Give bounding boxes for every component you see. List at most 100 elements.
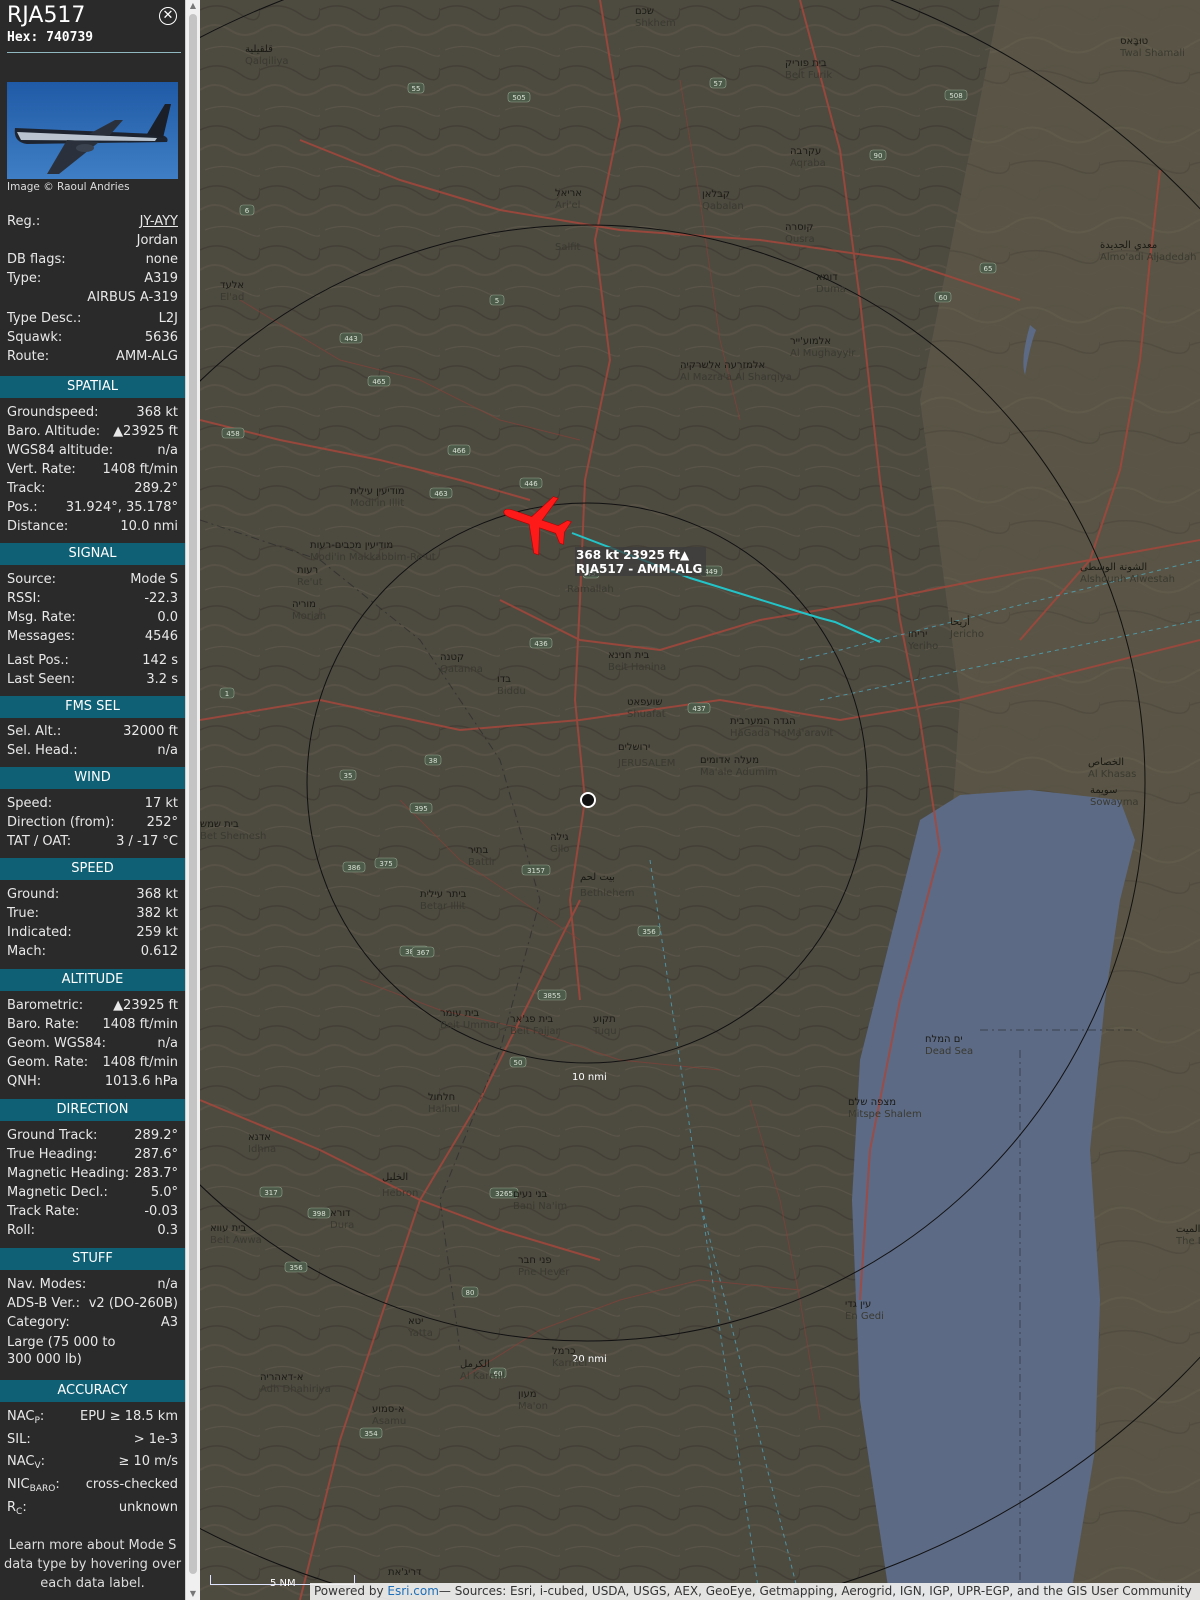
place-label: El'ad [220, 292, 244, 303]
esri-link[interactable]: Esri.com [387, 1584, 439, 1598]
row-label[interactable]: True Heading: [7, 1145, 97, 1164]
row-label[interactable]: Geom. WGS84: [7, 1034, 106, 1053]
place-label-local: א-דאהריה [260, 1372, 303, 1383]
row-value: Jordan [136, 233, 178, 248]
row-label[interactable]: Nav. Modes: [7, 1275, 86, 1294]
row-label[interactable]: TAT / OAT: [7, 832, 71, 851]
info-row: True Heading: 287.6° [7, 1145, 178, 1164]
info-row: Speed: 17 kt [7, 794, 178, 813]
info-row: Vert. Rate: 1408 ft/min [7, 460, 178, 479]
info-row: SIL: > 1e-3 [7, 1430, 178, 1449]
row-label[interactable]: Type Desc.: [7, 309, 81, 328]
row-label[interactable]: Category: [7, 1313, 70, 1332]
place-label-local: ים המלח [925, 1034, 963, 1045]
road-number: 6 [245, 207, 250, 215]
row-label[interactable]: Groundspeed: [7, 403, 98, 422]
row-value: ≥ 10 m/s [118, 1454, 178, 1469]
row-label[interactable]: Geom. Rate: [7, 1053, 88, 1072]
row-label[interactable]: Last Pos.: [7, 651, 69, 670]
row-label[interactable]: Roll: [7, 1221, 35, 1240]
aircraft-photo[interactable] [7, 82, 178, 179]
place-label: Pne Hever [518, 1267, 570, 1278]
road-number: 375 [379, 860, 392, 868]
row-label[interactable]: Mach: [7, 942, 46, 961]
place-label-local: א-סמוע [372, 1404, 405, 1415]
row-label[interactable]: Indicated: [7, 923, 72, 942]
row-label[interactable]: Barometric: [7, 996, 83, 1015]
place-label: Beit Fajjar [510, 1026, 561, 1037]
place-label-local: מוריה [292, 599, 316, 610]
row-value: AMM-ALG [116, 349, 178, 364]
row-label[interactable]: SIL: [7, 1430, 31, 1449]
place-label-local: קוסרה [785, 222, 814, 233]
info-row: Category: A3 [7, 1313, 178, 1332]
scroll-up-icon[interactable]: ▲ [186, 0, 200, 12]
row-label[interactable]: Reg.: [7, 212, 40, 231]
registration-link[interactable]: JY-AYY [140, 212, 178, 231]
row-label[interactable]: NACV: [7, 1452, 45, 1476]
hex-code: Hex: 740739 [7, 30, 94, 45]
map-canvas[interactable]: 10 nmi 20 nmi 55505575089065605645844944… [200, 0, 1200, 1600]
row-label[interactable]: Distance: [7, 517, 68, 536]
row-label[interactable]: ADS-B Ver.: [7, 1294, 80, 1313]
row-label[interactable]: RSSI: [7, 589, 41, 608]
scrollbar-thumb[interactable] [189, 14, 197, 1574]
scroll-down-icon[interactable]: ▼ [186, 1588, 200, 1600]
sidebar-scrollbar[interactable]: ▲ ▼ [185, 0, 200, 1600]
row-label[interactable]: Source: [7, 570, 56, 589]
info-row: DB flags: none [7, 250, 178, 269]
row-label[interactable]: Magnetic Decl.: [7, 1183, 108, 1202]
row-label[interactable]: Route: [7, 347, 49, 366]
row-label[interactable]: Type: [7, 269, 41, 288]
map-view[interactable]: 10 nmi 20 nmi 55 505 57 508 90 65 60 5 6 458 449 44… [200, 0, 1200, 1600]
row-value: cross-checked [85, 1477, 178, 1492]
road-number: 60 [939, 294, 948, 302]
row-label[interactable]: Magnetic Heading: [7, 1164, 129, 1183]
place-label-local: ביתר עילית [420, 889, 467, 900]
row-label[interactable]: Last Seen: [7, 670, 75, 689]
place-label-local: קטנה [440, 652, 464, 663]
close-icon[interactable]: ✕ [159, 7, 177, 25]
row-value: L2J [158, 311, 178, 326]
row-label[interactable]: Speed: [7, 794, 52, 813]
place-label: Karmel [552, 1358, 587, 1369]
place-label-local: בתיר [468, 845, 488, 856]
row-label[interactable]: Pos.: [7, 498, 38, 517]
place-label: Ramallah [567, 584, 614, 595]
row-label[interactable]: NACP: [7, 1407, 44, 1431]
row-label[interactable]: Track Rate: [7, 1202, 79, 1221]
row-label[interactable]: Squawk: [7, 328, 62, 347]
row-label[interactable]: Track: [7, 479, 45, 498]
place-label-local: עקרבה [790, 146, 821, 157]
row-value: 1408 ft/min [102, 1017, 178, 1032]
row-label[interactable]: Baro. Rate: [7, 1015, 79, 1034]
row-value: 368 kt [136, 405, 178, 420]
row-label[interactable]: Msg. Rate: [7, 608, 76, 627]
row-value: 3 / -17 °C [116, 834, 178, 849]
row-label[interactable]: Direction (from): [7, 813, 115, 832]
place-label-local: אלמזרעה אלשרקיה [680, 360, 765, 371]
row-label[interactable]: QNH: [7, 1072, 41, 1091]
row-label[interactable]: Baro. Altitude: [7, 422, 100, 441]
row-label[interactable]: Messages: [7, 627, 75, 646]
place-label: Almo'adi Aljadedah [1100, 252, 1197, 263]
row-label[interactable]: DB flags: [7, 250, 66, 269]
row-label[interactable]: WGS84 altitude: [7, 441, 113, 460]
place-label-local: תקוע [593, 1014, 616, 1025]
place-label-local: בית עומר [440, 1008, 479, 1019]
row-label[interactable]: Vert. Rate: [7, 460, 76, 479]
place-label: Modi'in Makkabbim-Re'ut [310, 552, 436, 563]
row-label[interactable]: True: [7, 904, 39, 923]
road-number: 443 [344, 335, 357, 343]
aircraft-label[interactable]: 368 kt 23925 ft▲ RJA517 - AMM-ALG [575, 547, 707, 576]
row-label[interactable]: NICBARO: [7, 1475, 60, 1499]
place-label-local: بيت لحم [580, 872, 615, 883]
place-label: Dura [330, 1220, 354, 1231]
info-row: Distance: 10.0 nmi [7, 517, 178, 536]
row-label[interactable]: Ground: [7, 885, 59, 904]
row-label[interactable]: Sel. Alt.: [7, 722, 61, 741]
row-label[interactable]: Sel. Head.: [7, 741, 78, 760]
row-value: 252° [146, 815, 178, 830]
row-label[interactable]: Ground Track: [7, 1126, 97, 1145]
row-label[interactable]: RC: [7, 1498, 27, 1522]
